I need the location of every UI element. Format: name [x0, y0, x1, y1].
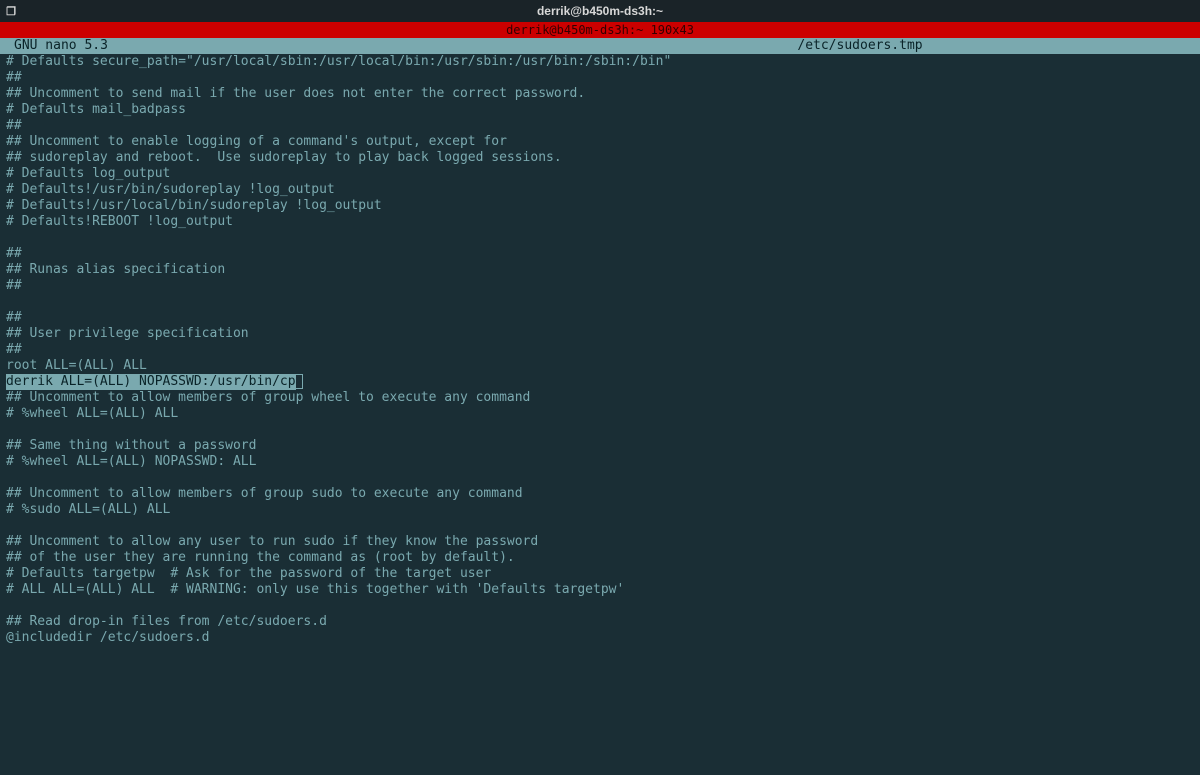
editor-line[interactable]: ## — [6, 246, 1194, 262]
nano-header: GNU nano 5.3 /etc/sudoers.tmp — [0, 38, 1200, 54]
editor-line[interactable]: root ALL=(ALL) ALL — [6, 358, 1194, 374]
editor-line[interactable]: # Defaults log_output — [6, 166, 1194, 182]
highlighted-line[interactable]: derrik ALL=(ALL) NOPASSWD:/usr/bin/cp — [6, 374, 296, 390]
editor-line[interactable] — [6, 470, 1194, 486]
editor-line[interactable]: ## Runas alias specification — [6, 262, 1194, 278]
editor-line[interactable] — [6, 294, 1194, 310]
editor-line[interactable]: # Defaults targetpw # Ask for the passwo… — [6, 566, 1194, 582]
editor-line[interactable]: ## Uncomment to allow members of group w… — [6, 390, 1194, 406]
editor-line[interactable]: # Defaults!/usr/local/bin/sudoreplay !lo… — [6, 198, 1194, 214]
editor-line[interactable] — [6, 598, 1194, 614]
editor-line[interactable]: ## Uncomment to enable logging of a comm… — [6, 134, 1194, 150]
app-menu-icon[interactable]: ❐ — [0, 0, 22, 22]
editor-line[interactable]: ## sudoreplay and reboot. Use sudoreplay… — [6, 150, 1194, 166]
editor-line[interactable]: ## Uncomment to send mail if the user do… — [6, 86, 1194, 102]
editor-line[interactable]: ## Read drop-in files from /etc/sudoers.… — [6, 614, 1194, 630]
editor-line[interactable]: # %sudo ALL=(ALL) ALL — [6, 502, 1194, 518]
editor-line[interactable]: ## Uncomment to allow any user to run su… — [6, 534, 1194, 550]
editor-line[interactable] — [6, 230, 1194, 246]
editor-line[interactable]: ## — [6, 278, 1194, 294]
editor-line[interactable]: @includedir /etc/sudoers.d — [6, 630, 1194, 646]
editor-line[interactable]: ## — [6, 118, 1194, 134]
window-titlebar[interactable]: ❐ derrik@b450m-ds3h:~ — [0, 0, 1200, 22]
editor-area[interactable]: # Defaults secure_path="/usr/local/sbin:… — [0, 54, 1200, 646]
editor-line[interactable]: # Defaults!/usr/bin/sudoreplay !log_outp… — [6, 182, 1194, 198]
editor-line[interactable]: # ALL ALL=(ALL) ALL # WARNING: only use … — [6, 582, 1194, 598]
editor-line[interactable]: ## Same thing without a password — [6, 438, 1194, 454]
editor-line[interactable] — [6, 422, 1194, 438]
window-title: derrik@b450m-ds3h:~ — [0, 4, 1200, 18]
editor-line[interactable]: derrik ALL=(ALL) NOPASSWD:/usr/bin/cp — [6, 374, 1194, 390]
tmux-status-bar: derrik@b450m-ds3h:~ 190x43 — [0, 22, 1200, 38]
editor-line[interactable]: ## Uncomment to allow members of group s… — [6, 486, 1194, 502]
editor-line[interactable]: # Defaults mail_badpass — [6, 102, 1194, 118]
editor-line[interactable]: ## — [6, 70, 1194, 86]
nano-filename: /etc/sudoers.tmp — [0, 38, 1200, 54]
tmux-window-label: derrik@b450m-ds3h:~ 190x43 — [502, 23, 698, 37]
editor-line[interactable]: ## — [6, 342, 1194, 358]
editor-line[interactable]: # Defaults secure_path="/usr/local/sbin:… — [6, 54, 1194, 70]
editor-line[interactable]: # Defaults!REBOOT !log_output — [6, 214, 1194, 230]
editor-line[interactable]: ## — [6, 310, 1194, 326]
cursor — [295, 374, 303, 389]
editor-line[interactable]: # %wheel ALL=(ALL) NOPASSWD: ALL — [6, 454, 1194, 470]
editor-line[interactable]: ## User privilege specification — [6, 326, 1194, 342]
editor-line[interactable] — [6, 518, 1194, 534]
editor-line[interactable]: # %wheel ALL=(ALL) ALL — [6, 406, 1194, 422]
editor-line[interactable]: ## of the user they are running the comm… — [6, 550, 1194, 566]
